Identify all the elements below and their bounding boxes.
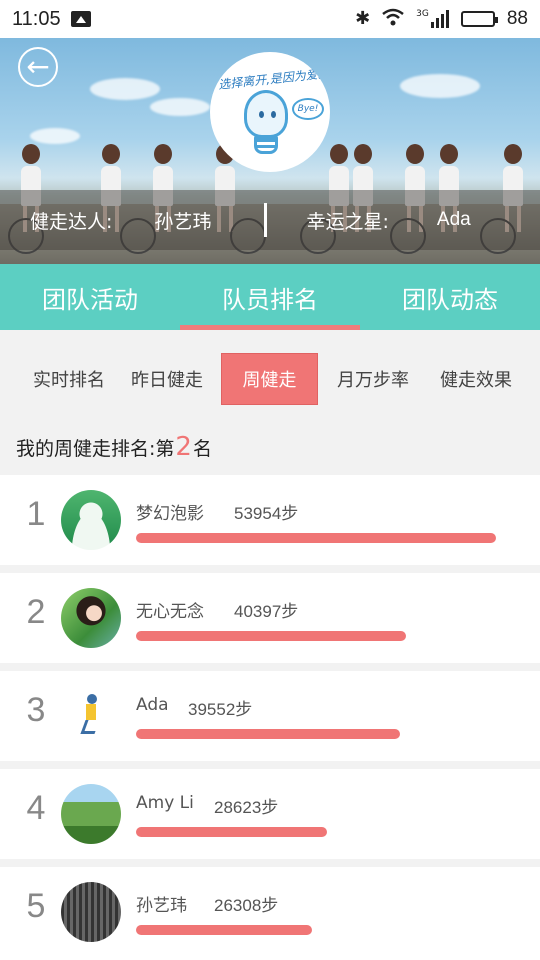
runner-avatar: [61, 686, 121, 746]
steps-progress-bar: [136, 729, 400, 739]
my-rank-suffix: 名: [192, 438, 212, 460]
main-tab-bar: 团队活动 队员排名 团队动态: [0, 264, 540, 330]
member-name: Ada: [136, 695, 169, 715]
network-type: 3G: [416, 9, 429, 19]
girl-photo-avatar: [61, 588, 121, 648]
silhouette-avatar: [61, 490, 121, 550]
lucky-star-label: 幸运之星:: [306, 210, 389, 233]
status-bar: 11:05 ✱ 3G 88: [0, 0, 540, 38]
banner-info-bar: 健走达人: 孙艺玮 幸运之星: Ada: [0, 190, 540, 250]
battery-icon: [460, 11, 498, 27]
wifi-icon: [382, 8, 404, 30]
team-logo-text: 选择离开,是因为爱。: [217, 66, 330, 92]
team-logo: 选择离开,是因为爱。 Bye!: [210, 52, 330, 172]
subtab-effect[interactable]: 健走效果: [428, 353, 524, 405]
walking-champion-label: 健走达人:: [30, 210, 113, 233]
ranking-row[interactable]: 5 孙艺玮 26308步: [0, 867, 540, 960]
member-steps: 39552步: [188, 700, 253, 719]
tab-member-ranking[interactable]: 队员排名: [180, 264, 360, 330]
steps-progress-bar: [136, 631, 406, 641]
steps-progress-bar: [136, 827, 327, 837]
status-icons: ✱ 3G 88: [355, 8, 528, 30]
tab-team-feed[interactable]: 团队动态: [360, 264, 540, 330]
back-button[interactable]: ←: [18, 47, 58, 87]
member-steps: 40397步: [234, 602, 299, 621]
member-steps: 28623步: [214, 798, 279, 817]
member-steps: 26308步: [214, 896, 279, 915]
ranking-row[interactable]: 1 梦幻泡影 53954步: [0, 475, 540, 565]
signal-icon: 3G: [416, 10, 449, 28]
rank-number: 1: [26, 495, 46, 533]
team-banner: ← 选择离开,是因为爱。 Bye! 健走达人: 孙艺玮 幸运之星: Ada: [0, 38, 540, 264]
battery-level: 88: [506, 8, 528, 29]
tab-team-activity[interactable]: 团队活动: [0, 264, 180, 330]
my-rank-number: 2: [175, 432, 192, 462]
landscape-avatar: [61, 784, 121, 844]
subtab-realtime[interactable]: 实时排名: [22, 353, 116, 405]
ranking-row[interactable]: 2 无心无念 40397步: [0, 573, 540, 663]
steps-progress-bar: [136, 925, 312, 935]
ranking-row[interactable]: 4 Amy Li 28623步: [0, 769, 540, 859]
my-weekly-rank: 我的周健走排名:第 2 名: [16, 432, 212, 462]
rank-number: 2: [26, 593, 46, 631]
steps-progress-bar: [136, 533, 496, 543]
subtab-monthly-rate[interactable]: 月万步率: [326, 353, 420, 405]
image-notification-icon: [70, 11, 91, 27]
status-time: 11:05: [12, 7, 61, 30]
member-name: 梦幻泡影: [136, 504, 204, 524]
lucky-star-name: Ada: [436, 209, 471, 230]
rank-number: 4: [26, 789, 46, 827]
subtab-weekly[interactable]: 周健走: [221, 353, 318, 405]
member-name: Amy Li: [136, 793, 194, 813]
back-arrow-icon: ←: [26, 50, 50, 83]
ranking-row[interactable]: 3 Ada 39552步: [0, 671, 540, 761]
rank-number: 5: [26, 887, 46, 925]
speech-bubble: Bye!: [292, 98, 324, 120]
ranking-filter-tabs: 实时排名 昨日健走 周健走 月万步率 健走效果: [0, 330, 540, 430]
bluetooth-icon: ✱: [355, 8, 371, 29]
lightbulb-icon: [244, 90, 288, 138]
member-steps: 53954步: [234, 504, 299, 523]
member-name: 无心无念: [136, 602, 204, 622]
walking-champion-name: 孙艺玮: [154, 210, 212, 233]
calligraphy-avatar: [61, 882, 121, 942]
member-name: 孙艺玮: [136, 896, 187, 916]
my-rank-prefix: 我的周健走排名:第: [16, 438, 175, 460]
subtab-yesterday[interactable]: 昨日健走: [120, 353, 214, 405]
rank-number: 3: [26, 691, 46, 729]
